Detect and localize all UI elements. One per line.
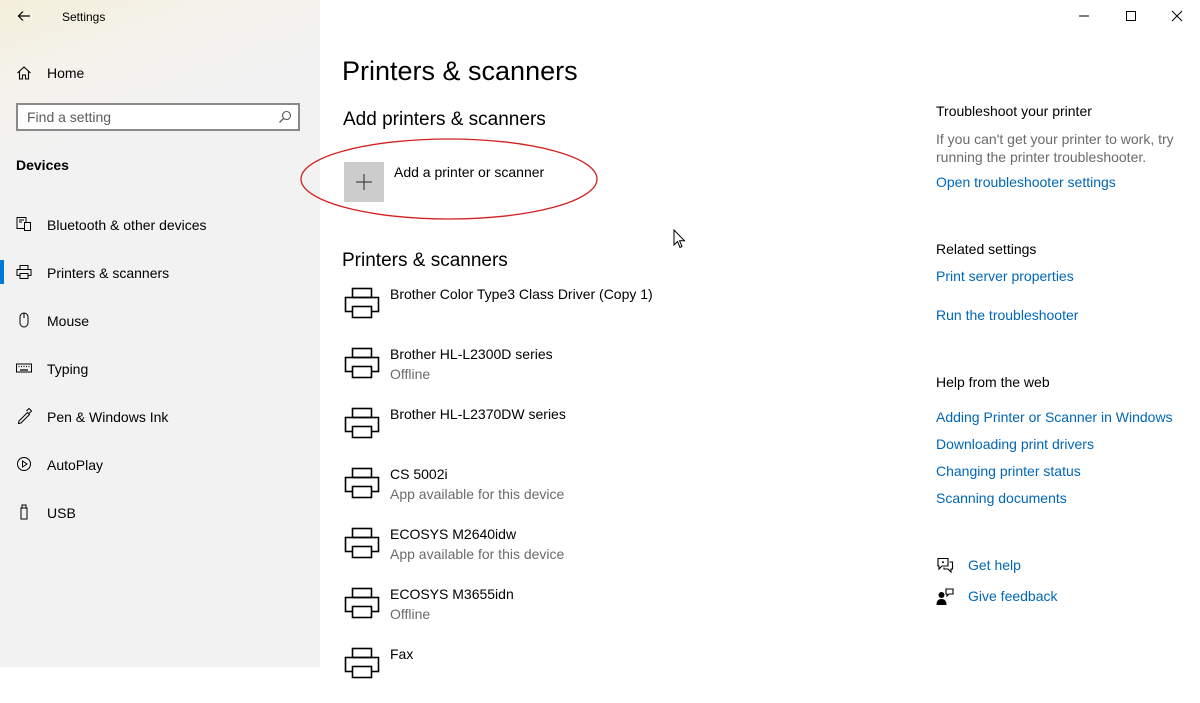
- autoplay-icon: [17, 457, 31, 471]
- printer-status: Offline: [390, 366, 431, 382]
- add-section-title: Add printers & scanners: [343, 109, 546, 130]
- chat-help-icon: [937, 557, 954, 574]
- list-item[interactable]: Brother HL-L2300D series Offline: [342, 343, 842, 403]
- printer-status: App available for this device: [390, 486, 565, 502]
- sidebar-item-label: Mouse: [47, 313, 90, 329]
- maximize-button[interactable]: [1108, 0, 1154, 32]
- sidebar-item-label: AutoPlay: [47, 457, 104, 473]
- home-icon: [17, 66, 31, 80]
- printers-list: Brother Color Type3 Class Driver (Copy 1…: [342, 283, 842, 703]
- print-server-properties-link[interactable]: Print server properties: [936, 268, 1074, 284]
- search-input[interactable]: [27, 109, 267, 125]
- sidebar-item-label: Typing: [47, 361, 89, 377]
- back-button[interactable]: [12, 4, 36, 28]
- run-troubleshooter-link[interactable]: Run the troubleshooter: [936, 307, 1078, 323]
- list-item[interactable]: ECOSYS M3655idn Offline: [342, 583, 842, 643]
- printer-name: CS 5002i: [390, 466, 448, 482]
- maximize-icon: [1126, 11, 1136, 21]
- sidebar: Settings Home Devices Bluetooth & other …: [0, 0, 320, 667]
- pen-icon: [17, 408, 32, 424]
- web-link-adding-printer[interactable]: Adding Printer or Scanner in Windows: [936, 409, 1173, 425]
- list-item[interactable]: Brother HL-L2370DW series: [342, 403, 842, 463]
- printer-name: Brother HL-L2300D series: [390, 346, 553, 362]
- printer-name: Brother HL-L2370DW series: [390, 406, 566, 422]
- feedback-person-icon: [936, 588, 954, 605]
- printer-status: App available for this device: [390, 546, 565, 562]
- list-item[interactable]: Brother Color Type3 Class Driver (Copy 1…: [342, 283, 842, 343]
- home-label: Home: [47, 65, 85, 81]
- printer-icon: [16, 265, 32, 279]
- sidebar-item-typing[interactable]: Typing: [0, 344, 320, 392]
- give-feedback-label: Give feedback: [968, 588, 1058, 604]
- sidebar-item-label: USB: [47, 505, 76, 521]
- search-box[interactable]: [16, 103, 300, 131]
- printer-status: Offline: [390, 606, 431, 622]
- help-from-web-heading: Help from the web: [936, 374, 1050, 390]
- troubleshoot-description: If you can't get your printer to work, t…: [936, 131, 1174, 165]
- sidebar-item-label: Printers & scanners: [47, 265, 170, 281]
- sidebar-item-mouse[interactable]: Mouse: [0, 296, 320, 344]
- app-title: Settings: [62, 10, 106, 24]
- sidebar-item-pen[interactable]: Pen & Windows Ink: [0, 392, 320, 440]
- close-button[interactable]: [1154, 0, 1200, 32]
- mouse-icon: [19, 312, 29, 328]
- related-settings-heading: Related settings: [936, 241, 1037, 257]
- section-heading-devices: Devices: [16, 157, 69, 173]
- printer-name: ECOSYS M2640idw: [390, 526, 517, 542]
- mouse-cursor-icon: [673, 229, 686, 249]
- sidebar-item-label: Bluetooth & other devices: [47, 217, 207, 233]
- open-troubleshooter-link[interactable]: Open troubleshooter settings: [936, 174, 1116, 190]
- printer-icon: [344, 287, 380, 319]
- add-printer-button[interactable]: Add a printer or scanner: [343, 161, 603, 203]
- search-icon[interactable]: [278, 110, 292, 124]
- printer-icon: [344, 587, 380, 619]
- list-item[interactable]: ECOSYS M2640idw App available for this d…: [342, 523, 842, 583]
- bluetooth-devices-icon: [16, 217, 31, 231]
- printer-name: Brother Color Type3 Class Driver (Copy 1…: [390, 286, 653, 302]
- printer-icon: [344, 527, 380, 559]
- plus-icon: [356, 174, 372, 190]
- printer-icon: [344, 407, 380, 439]
- printer-name: ECOSYS M3655idn: [390, 586, 514, 602]
- printer-icon: [344, 647, 380, 679]
- page-title: Printers & scanners: [342, 56, 578, 86]
- printer-icon: [344, 467, 380, 499]
- printer-name: Fax: [390, 646, 414, 662]
- printers-list-title: Printers & scanners: [342, 250, 508, 271]
- web-link-downloading-drivers[interactable]: Downloading print drivers: [936, 436, 1094, 452]
- web-link-changing-status[interactable]: Changing printer status: [936, 463, 1081, 479]
- list-item[interactable]: Fax: [342, 643, 842, 703]
- add-tile: [344, 162, 384, 202]
- troubleshoot-heading: Troubleshoot your printer: [936, 103, 1092, 119]
- sidebar-item-printers[interactable]: Printers & scanners: [0, 248, 320, 296]
- minimize-icon: [1079, 15, 1089, 17]
- sidebar-item-bluetooth[interactable]: Bluetooth & other devices: [0, 200, 320, 248]
- add-printer-label: Add a printer or scanner: [394, 164, 545, 180]
- printer-icon: [344, 347, 380, 379]
- web-link-scanning-documents[interactable]: Scanning documents: [936, 490, 1067, 506]
- close-icon: [1171, 10, 1183, 22]
- sidebar-item-home[interactable]: Home: [0, 58, 320, 88]
- keyboard-icon: [16, 363, 32, 373]
- usb-icon: [20, 504, 28, 520]
- sidebar-item-usb[interactable]: USB: [0, 488, 320, 536]
- back-arrow-icon: [17, 11, 30, 21]
- sidebar-item-label: Pen & Windows Ink: [47, 409, 169, 425]
- sidebar-item-autoplay[interactable]: AutoPlay: [0, 440, 320, 488]
- minimize-button[interactable]: [1061, 0, 1107, 32]
- get-help-label: Get help: [968, 557, 1021, 573]
- list-item[interactable]: CS 5002i App available for this device: [342, 463, 842, 523]
- sidebar-nav: Bluetooth & other devices Printers & sca…: [0, 200, 320, 536]
